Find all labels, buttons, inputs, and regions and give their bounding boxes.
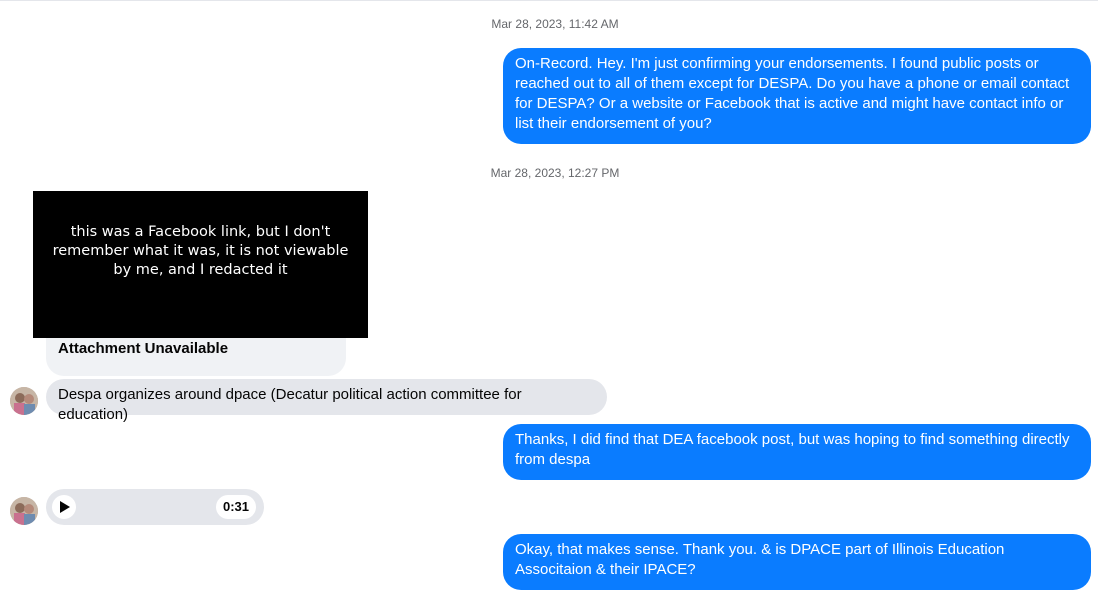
outgoing-message-bubble[interactable]: Thanks, I did find that DEA facebook pos… xyxy=(503,424,1091,480)
redaction-box: this was a Facebook link, but I don't re… xyxy=(33,191,368,338)
outgoing-message-bubble[interactable]: Okay, that makes sense. Thank you. & is … xyxy=(503,534,1091,590)
incoming-message-bubble[interactable]: Despa organizes around dpace (Decatur po… xyxy=(46,379,607,423)
avatar-photo xyxy=(10,497,38,525)
attachment-unavailable-label: Attachment Unavailable xyxy=(58,340,229,357)
timestamp: Mar 28, 2023, 11:42 AM xyxy=(491,17,619,31)
audio-duration: 0:31 xyxy=(216,495,256,519)
play-icon xyxy=(60,501,70,513)
avatar[interactable] xyxy=(10,387,38,415)
avatar[interactable] xyxy=(10,497,38,525)
outgoing-message-bubble[interactable]: On-Record. Hey. I'm just confirming your… xyxy=(503,48,1091,144)
timestamp: Mar 28, 2023, 12:27 PM xyxy=(490,166,620,180)
play-button[interactable] xyxy=(52,495,76,519)
top-divider xyxy=(0,0,1098,1)
avatar-photo xyxy=(10,387,38,415)
audio-message[interactable]: 0:31 xyxy=(46,489,264,525)
